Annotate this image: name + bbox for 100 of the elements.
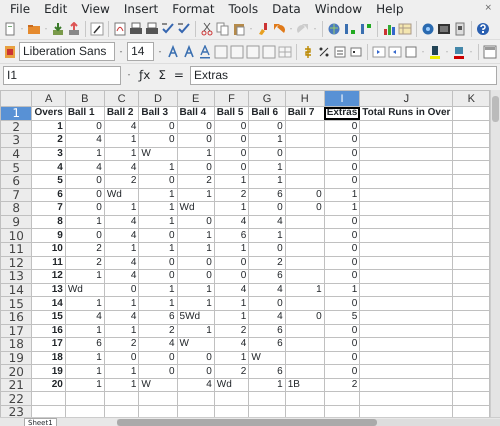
menu-item[interactable]: Data <box>265 0 308 18</box>
row-header[interactable]: 22 <box>0 392 32 406</box>
table-cell: 1 <box>324 202 360 216</box>
menu-item[interactable]: Insert <box>116 0 166 18</box>
row-header[interactable]: 5 <box>0 160 32 174</box>
percent-icon[interactable] <box>317 44 331 58</box>
highlight-icon[interactable] <box>428 44 442 58</box>
row-header[interactable]: 4 <box>0 147 32 161</box>
row-header[interactable]: 9 <box>0 215 32 229</box>
row-header[interactable]: 7 <box>0 188 32 202</box>
column-header[interactable]: G <box>248 90 286 106</box>
table-cell: 10 <box>32 242 66 256</box>
table-cell: 4 <box>177 378 214 392</box>
horizontal-scrollbar[interactable] <box>116 419 500 426</box>
column-header[interactable]: C <box>104 90 139 106</box>
sort-descending-icon[interactable] <box>359 22 373 36</box>
menu-item[interactable]: Edit <box>37 0 74 18</box>
navigator-icon[interactable] <box>421 22 435 36</box>
export-icon[interactable] <box>67 22 81 36</box>
menu-item[interactable]: Help <box>369 0 410 18</box>
sidebar-icon[interactable] <box>483 44 497 58</box>
styles-icon[interactable] <box>3 44 17 58</box>
row-header[interactable]: 19 <box>0 351 32 365</box>
table-cell: 1 <box>104 324 139 338</box>
edit-icon[interactable] <box>90 22 104 36</box>
table-cell: Overs <box>32 106 66 120</box>
font-color-icon[interactable] <box>452 44 466 58</box>
bold-icon[interactable] <box>166 44 180 58</box>
table-cell: 1 <box>138 215 178 229</box>
table-cell: 0 <box>248 242 286 256</box>
italic-icon[interactable] <box>182 44 196 58</box>
spellcheck-icon[interactable] <box>161 22 175 36</box>
undo-icon[interactable] <box>272 22 286 36</box>
column-header[interactable]: K <box>452 90 490 106</box>
paste-icon[interactable] <box>232 22 246 36</box>
pdf-icon[interactable] <box>113 22 127 36</box>
cut-icon[interactable] <box>200 22 214 36</box>
new-document-icon[interactable] <box>3 22 17 36</box>
table-cell: 2 <box>214 188 249 202</box>
help-icon[interactable] <box>476 22 490 36</box>
column-header[interactable]: H <box>285 90 324 106</box>
gallery-icon[interactable] <box>437 22 451 36</box>
copy-icon[interactable] <box>216 22 230 36</box>
table-cell: 6 <box>248 270 286 284</box>
menu-item[interactable]: Tools <box>222 0 266 18</box>
row-header[interactable]: 17 <box>0 324 32 338</box>
underline-icon[interactable] <box>198 44 212 58</box>
row-header[interactable]: 13 <box>0 270 32 284</box>
pivot-table-icon[interactable] <box>398 22 412 36</box>
row-header[interactable]: 14 <box>0 283 32 297</box>
font-size-field[interactable]: 14 <box>127 42 154 61</box>
column-header[interactable]: B <box>65 90 104 106</box>
decimal-icon[interactable] <box>349 44 363 58</box>
formula-button[interactable]: ƒx <box>137 66 152 84</box>
printer-icon[interactable] <box>145 22 159 36</box>
border-icon[interactable] <box>404 44 418 58</box>
name-box[interactable]: I1 <box>3 66 121 84</box>
column-header[interactable]: J <box>360 90 453 106</box>
column-header[interactable]: A <box>32 90 66 106</box>
formula-input[interactable]: Extras <box>190 66 497 84</box>
row-header[interactable]: 12 <box>0 256 32 270</box>
row-header[interactable]: 15 <box>0 296 32 310</box>
row-header[interactable]: 21 <box>0 378 32 392</box>
table-cell: 6 <box>248 364 286 378</box>
column-header[interactable]: D <box>138 90 178 106</box>
row-header[interactable]: 11 <box>0 242 32 256</box>
row-header[interactable]: 23 <box>0 406 32 417</box>
column-header[interactable]: E <box>177 90 214 106</box>
menu-item[interactable]: Format <box>165 0 222 18</box>
table-cell: 0 <box>138 120 178 134</box>
menu-item[interactable]: Window <box>308 0 370 18</box>
row-header[interactable]: 2 <box>0 120 32 134</box>
table-cell: 1 <box>214 202 249 216</box>
number-format-icon[interactable] <box>333 44 347 58</box>
sort-ascending-icon[interactable] <box>343 22 357 36</box>
outdent-icon[interactable] <box>388 44 402 58</box>
vertical-scrollbar[interactable] <box>490 90 500 417</box>
spellcheck-icon[interactable] <box>177 22 191 36</box>
row-header[interactable]: 8 <box>0 202 32 216</box>
table-cell: Ball 2 <box>104 106 139 120</box>
row-header[interactable]: 20 <box>0 364 32 378</box>
row-header[interactable]: 3 <box>0 134 32 148</box>
brush-icon[interactable] <box>256 22 270 36</box>
row-header[interactable]: 10 <box>0 228 32 242</box>
indent-icon[interactable] <box>372 44 386 58</box>
merge-cells-icon[interactable] <box>278 44 292 58</box>
font-name-field[interactable]: Liberation Sans <box>19 42 116 61</box>
close-button[interactable]: × <box>484 2 492 16</box>
menu-item[interactable]: File <box>3 0 38 18</box>
formula-button[interactable]: Σ <box>156 66 168 84</box>
row-header[interactable]: 16 <box>0 310 32 324</box>
menu-item[interactable]: View <box>74 0 117 18</box>
save-icon[interactable] <box>51 22 65 36</box>
globe-icon[interactable] <box>327 22 341 36</box>
column-header[interactable]: F <box>214 90 249 106</box>
row-header[interactable]: 18 <box>0 338 32 352</box>
formula-button[interactable]: = <box>172 66 186 84</box>
printer-icon[interactable] <box>129 22 143 36</box>
table-cell: 18 <box>32 351 66 365</box>
row-header[interactable]: 6 <box>0 174 32 188</box>
